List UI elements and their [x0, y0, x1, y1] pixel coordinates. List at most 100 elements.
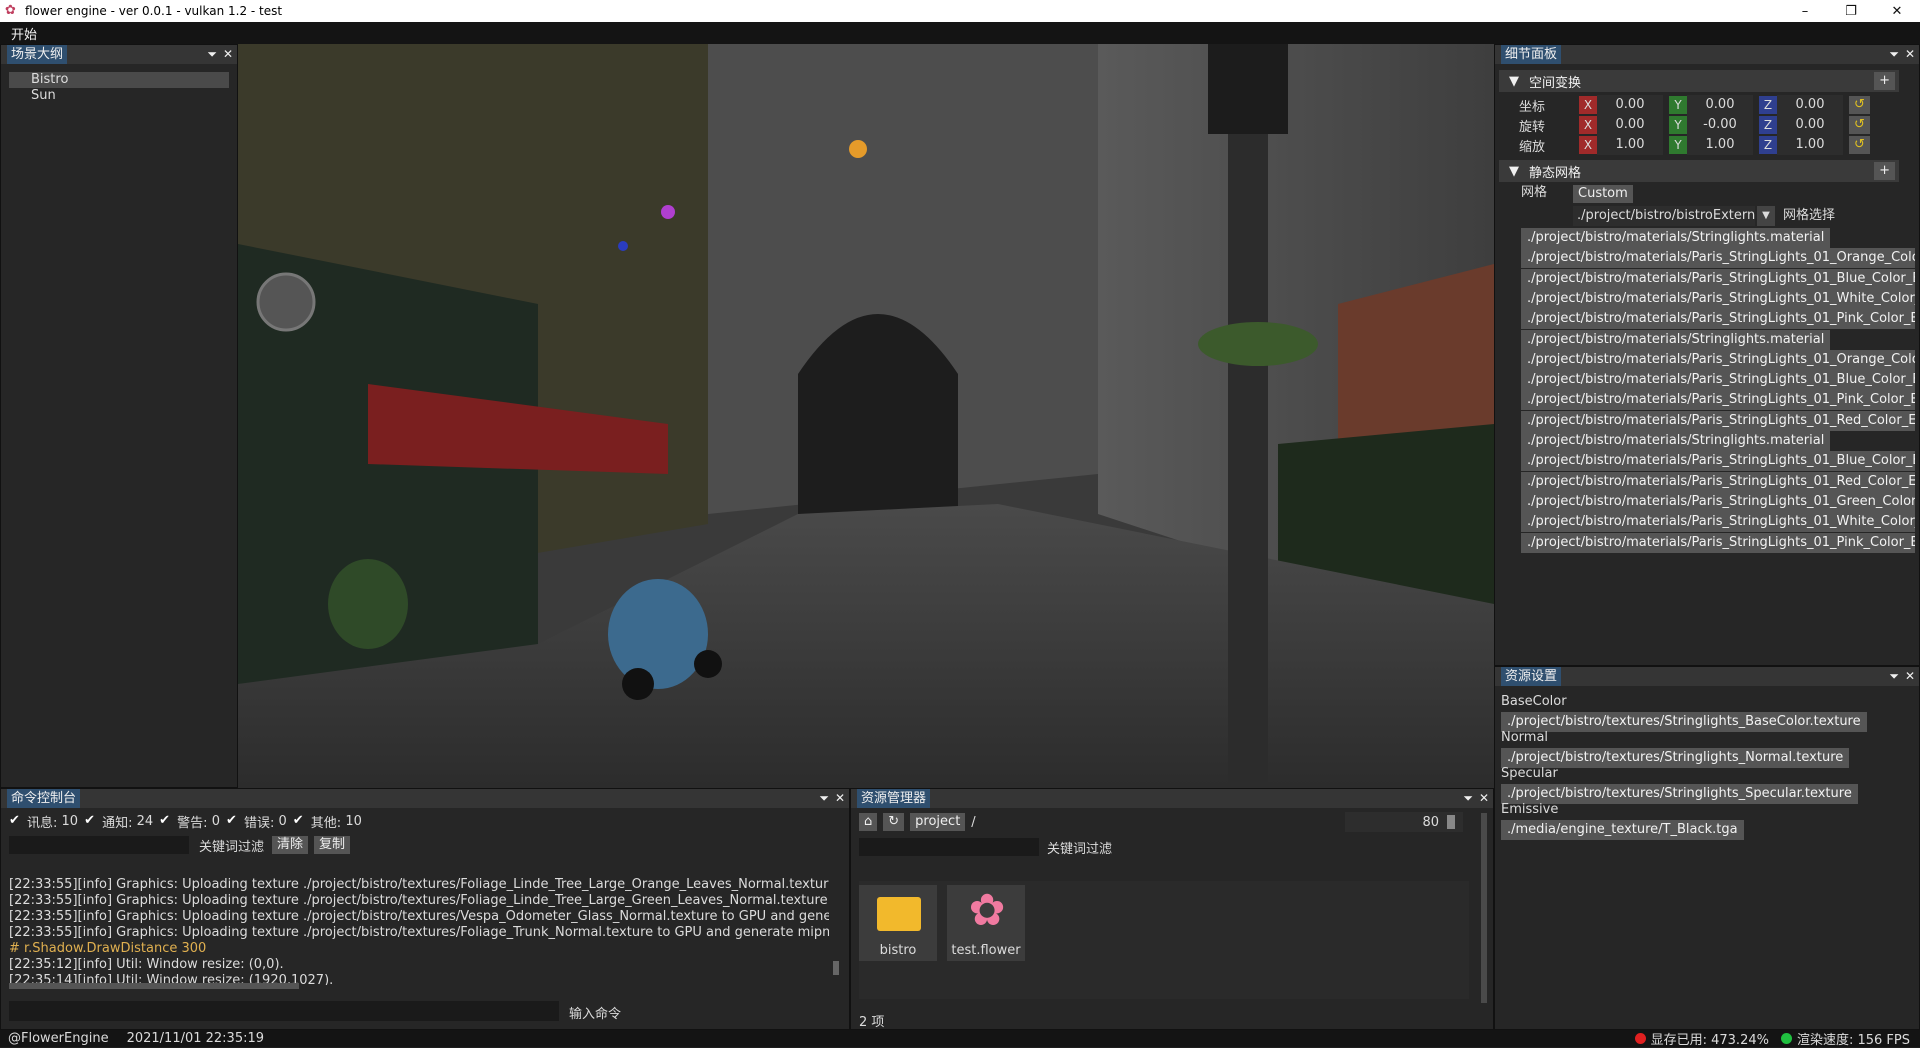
material-slot[interactable]: ./project/bistro/materials/Paris_StringL… [1521, 471, 1915, 492]
close-window-button[interactable]: ✕ [1874, 0, 1920, 22]
transform-row: 旋转 X 0.00 Y -0.00 Z 0.00 ↺ [1519, 114, 1870, 136]
z-value-field[interactable]: 0.00 [1777, 115, 1843, 135]
material-slot[interactable]: ./project/bistro/materials/Paris_StringL… [1521, 288, 1915, 309]
material-slot[interactable]: ./project/bistro/materials/Stringlights.… [1521, 329, 1831, 350]
texture-path-field[interactable]: ./media/engine_texture/T_Black.tga [1501, 820, 1744, 840]
vertical-scrollbar[interactable] [1481, 813, 1487, 1003]
menu-start[interactable]: 开始 [0, 24, 48, 43]
axis-x-label: X [1579, 136, 1597, 154]
asset-settings-title: 资源设置 [1501, 667, 1562, 686]
flower-icon: ✿ [968, 885, 1006, 936]
add-component-button[interactable]: + [1874, 162, 1895, 180]
transform-row: 坐标 X 0.00 Y 0.00 Z 0.00 ↺ [1519, 94, 1870, 116]
z-value-field[interactable]: 0.00 [1777, 95, 1843, 115]
x-value-field[interactable]: 0.00 [1597, 95, 1663, 115]
mesh-path-field[interactable]: ./project/bistro/bistroExternal.m [1573, 206, 1755, 226]
dock-menu-icon[interactable]: ⏷ [1463, 789, 1473, 808]
material-slot[interactable]: ./project/bistro/materials/Paris_StringL… [1521, 451, 1915, 472]
render-fps: 渲染速度: 156 FPS [1796, 1033, 1910, 1048]
dock-menu-icon[interactable]: ⏷ [1889, 667, 1899, 686]
material-slot[interactable]: ./project/bistro/materials/Paris_StringL… [1521, 532, 1915, 553]
log-line: [22:35:12][info] Util: Window resize: (0… [9, 957, 284, 972]
asset-count: 2 项 [859, 1015, 885, 1030]
texture-path-field[interactable]: ./project/bistro/textures/Stringlights_S… [1501, 784, 1858, 804]
material-slot[interactable]: ./project/bistro/materials/Stringlights.… [1521, 431, 1831, 451]
static-mesh-section-header[interactable]: ▼ 静态网格 + [1499, 160, 1899, 182]
log-filter-checkbox[interactable]: ✔ 警告: 0 [159, 812, 220, 831]
material-slot[interactable]: ./project/bistro/materials/Paris_StringL… [1521, 370, 1915, 391]
static-mesh-header-label: 静态网格 [1529, 165, 1582, 181]
console-keyword-input[interactable] [9, 836, 189, 854]
x-value-field[interactable]: 1.00 [1597, 135, 1663, 155]
home-icon[interactable]: ⌂ [859, 813, 878, 831]
memory-indicator-icon [1634, 1033, 1646, 1044]
x-value-field[interactable]: 0.00 [1597, 115, 1663, 135]
log-filter-checkbox[interactable]: ✔ 讯息: 10 [9, 812, 78, 831]
material-slot[interactable]: ./project/bistro/materials/Paris_StringL… [1521, 309, 1915, 330]
asset-name: test.flower [951, 943, 1021, 958]
outline-item-bistro[interactable]: Bistro [9, 72, 229, 88]
filter-count: 0 [211, 813, 220, 829]
horizontal-scrollbar[interactable] [9, 983, 299, 989]
outline-item-sun[interactable]: Sun [9, 88, 229, 104]
close-icon[interactable]: ✕ [1479, 789, 1489, 808]
copy-button[interactable]: 复制 [314, 836, 351, 854]
filter-count: 24 [136, 813, 154, 829]
close-icon[interactable]: ✕ [223, 45, 233, 64]
add-component-button[interactable]: + [1874, 72, 1895, 90]
material-slot[interactable]: ./project/bistro/materials/Paris_StringL… [1521, 349, 1915, 370]
dock-menu-icon[interactable]: ⏷ [207, 45, 217, 64]
restore-button[interactable]: ❐ [1828, 0, 1874, 22]
asset-manager-title: 资源管理器 [857, 789, 931, 808]
log-filter-checkbox[interactable]: ✔ 错误: 0 [226, 812, 287, 831]
reset-icon[interactable]: ↺ [1849, 96, 1870, 114]
path-project-button[interactable]: project [910, 813, 966, 831]
slider-handle[interactable] [1447, 815, 1455, 829]
vertical-scrollbar[interactable] [833, 961, 839, 975]
asset-keyword-input[interactable] [859, 838, 1039, 856]
reset-icon[interactable]: ↺ [1849, 136, 1870, 154]
menu-bar: 开始 [0, 22, 1920, 44]
memory-usage: 显存已用: 473.24% [1650, 1033, 1769, 1048]
material-slot[interactable]: ./project/bistro/materials/Stringlights.… [1521, 228, 1831, 248]
command-input[interactable] [9, 1001, 559, 1021]
dock-menu-icon[interactable]: ⏷ [819, 789, 829, 808]
mesh-label: 网格 [1521, 185, 1548, 200]
y-value-field[interactable]: 1.00 [1687, 135, 1753, 155]
checkmark-icon: ✔ [159, 813, 171, 828]
scene-viewport[interactable] [238, 44, 1494, 788]
close-icon[interactable]: ✕ [835, 789, 845, 808]
refresh-icon[interactable]: ↻ [883, 813, 905, 831]
custom-button[interactable]: Custom [1573, 185, 1633, 203]
dropdown-arrow-icon[interactable]: ▼ [1757, 206, 1775, 226]
material-slot[interactable]: ./project/bistro/materials/Paris_StringL… [1521, 512, 1915, 533]
asset-item-bistro[interactable]: bistro [859, 885, 937, 961]
reset-icon[interactable]: ↺ [1849, 116, 1870, 134]
close-icon[interactable]: ✕ [1905, 667, 1915, 686]
log-filter-checkbox[interactable]: ✔ 通知: 24 [84, 812, 153, 831]
y-value-field[interactable]: 0.00 [1687, 95, 1753, 115]
minimize-button[interactable]: – [1782, 0, 1828, 22]
texture-path-field[interactable]: ./project/bistro/textures/Stringlights_B… [1501, 712, 1867, 732]
command-input-label: 输入命令 [569, 1007, 622, 1022]
material-slot[interactable]: ./project/bistro/materials/Paris_StringL… [1521, 248, 1915, 269]
z-value-field[interactable]: 1.00 [1777, 135, 1843, 155]
texture-path-field[interactable]: ./project/bistro/textures/Stringlights_N… [1501, 748, 1850, 768]
close-icon[interactable]: ✕ [1905, 45, 1915, 64]
material-slot[interactable]: ./project/bistro/materials/Paris_StringL… [1521, 268, 1915, 289]
asset-item-test-flower[interactable]: ✿ test.flower [947, 885, 1025, 961]
folder-icon [877, 897, 921, 931]
zoom-slider[interactable]: 80 [1345, 812, 1463, 832]
y-value-field[interactable]: -0.00 [1687, 115, 1753, 135]
material-slot[interactable]: ./project/bistro/materials/Paris_StringL… [1521, 390, 1915, 411]
material-slot[interactable]: ./project/bistro/materials/Paris_StringL… [1521, 410, 1915, 431]
material-slot[interactable]: ./project/bistro/materials/Paris_StringL… [1521, 491, 1915, 512]
texture-slot-label: Normal [1501, 730, 1549, 745]
transform-section-header[interactable]: ▼ 空间变换 + [1499, 70, 1899, 92]
filter-label: 讯息: [27, 815, 58, 831]
axis-x-label: X [1579, 96, 1597, 114]
dock-menu-icon[interactable]: ⏷ [1889, 45, 1899, 64]
log-filter-checkbox[interactable]: ✔ 其他: 10 [293, 812, 362, 831]
clear-button[interactable]: 清除 [272, 836, 309, 854]
filter-label: 警告: [177, 815, 208, 831]
